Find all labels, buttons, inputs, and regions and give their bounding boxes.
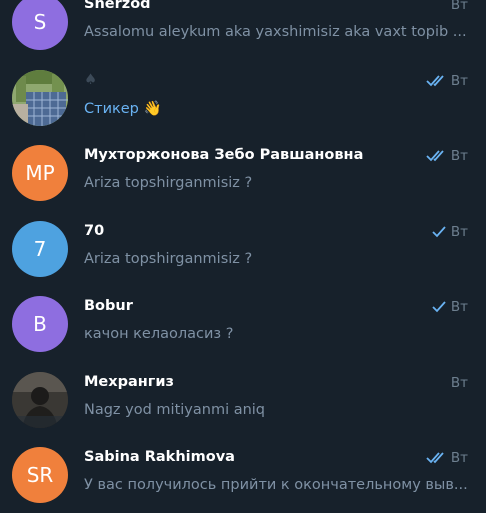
chat-name: Bobur bbox=[84, 298, 133, 314]
chat-preview: У вас получилось прийти к окончательному… bbox=[84, 477, 468, 493]
avatar-initials: S bbox=[33, 10, 47, 34]
avatar: SR bbox=[12, 447, 68, 503]
chat-meta: Вт bbox=[451, 375, 468, 391]
chat-list: S Sherzod Вт Assalomu aleykum aka yaxshi… bbox=[0, 0, 486, 513]
chat-preview: Ariza topshirganmisiz ? bbox=[84, 175, 253, 191]
avatar: B bbox=[12, 296, 68, 352]
chat-time: Вт bbox=[450, 0, 468, 13]
chat-time: Вт bbox=[450, 223, 468, 240]
chat-meta: Вт bbox=[426, 73, 468, 89]
chat-name: Sherzod bbox=[84, 0, 151, 12]
chat-meta: Вт bbox=[426, 148, 468, 164]
photo-avatar-icon bbox=[12, 69, 68, 126]
chat-meta: Вт bbox=[432, 299, 468, 315]
avatar-initials: 7 bbox=[33, 236, 47, 261]
chat-preview: качон келаоласиз ? bbox=[84, 326, 234, 342]
chat-row-mukhtorjonova[interactable]: MP Мухторжонова Зебо Равшановна Вт Ariza… bbox=[0, 135, 486, 211]
avatar: 7 bbox=[12, 220, 68, 277]
chat-row-bobur[interactable]: B Bobur Вт качон келаоласиз ? bbox=[0, 286, 486, 362]
avatar: MP bbox=[12, 145, 68, 201]
chat-time: Вт bbox=[450, 148, 468, 164]
single-check-icon bbox=[432, 225, 446, 237]
chat-row-sherzod[interactable]: S Sherzod Вт Assalomu aleykum aka yaxshi… bbox=[0, 0, 486, 60]
chat-name: Sabina Rakhimova bbox=[84, 449, 235, 465]
avatar-initials: B bbox=[33, 312, 47, 336]
chat-preview: Стикер 👋 bbox=[84, 100, 162, 117]
double-check-icon bbox=[426, 74, 444, 86]
photo-avatar-icon bbox=[12, 371, 68, 428]
chat-row-70[interactable]: 7 70 Вт Ariza topshirganmisiz ? bbox=[0, 211, 486, 287]
chat-meta: Вт bbox=[451, 0, 468, 13]
avatar: S bbox=[12, 0, 68, 50]
chat-name: Мехрангиз bbox=[84, 373, 174, 390]
chat-row-mehrangiz[interactable]: Мехрангиз Вт Nagz yod mitiyanmi aniq bbox=[0, 362, 486, 438]
chat-meta: Вт bbox=[432, 224, 468, 240]
chat-time: Вт bbox=[450, 72, 468, 89]
chat-time: Вт bbox=[450, 450, 468, 466]
chat-name: 70 bbox=[84, 222, 105, 239]
chat-row-spade[interactable]: ♠ Вт Стикер 👋 bbox=[0, 60, 486, 136]
chat-preview: Nagz yod mitiyanmi aniq bbox=[84, 401, 266, 418]
chat-preview: Ariza topshirganmisiz ? bbox=[84, 250, 253, 267]
chat-time: Вт bbox=[450, 374, 468, 391]
chat-name: ♠ bbox=[84, 71, 97, 88]
chat-meta: Вт bbox=[426, 450, 468, 466]
avatar-initials: MP bbox=[25, 161, 55, 185]
chat-time: Вт bbox=[450, 299, 468, 315]
avatar-initials: SR bbox=[26, 463, 54, 487]
chat-name: Мухторжонова Зебо Равшановна bbox=[84, 147, 364, 163]
double-check-icon bbox=[426, 150, 444, 162]
chat-preview: Assalomu aleykum aka yaxshimisiz aka vax… bbox=[84, 24, 467, 40]
double-check-icon bbox=[426, 452, 444, 464]
chat-row-sabina[interactable]: SR Sabina Rakhimova Вт У вас получилось … bbox=[0, 437, 486, 513]
single-check-icon bbox=[432, 301, 446, 313]
